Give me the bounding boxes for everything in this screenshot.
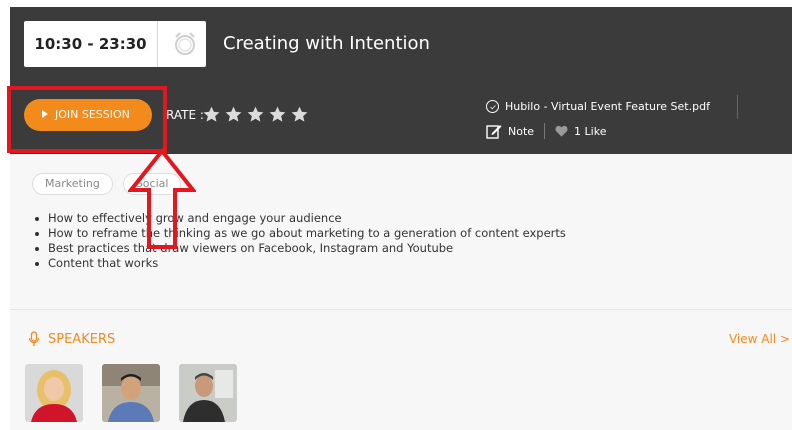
play-icon [42,110,48,118]
resource-download-link[interactable]: Hubilo - Virtual Event Feature Set.pdf [486,96,710,116]
note-like-divider [544,123,546,139]
session-header: 10:30 - 23:30 Creating with Intention JO… [10,7,792,154]
session-description-list: How to effectively grow and engage your … [30,211,566,271]
star-icon[interactable] [202,105,221,124]
list-item: Content that works [30,256,566,271]
like-count[interactable]: 1 Like [574,125,606,138]
speaker-avatar[interactable] [179,364,237,422]
heart-icon[interactable] [555,125,568,137]
rate-label: RATE : [166,108,204,122]
list-item: How to effectively grow and engage your … [30,211,566,226]
star-icon[interactable] [224,105,243,124]
time-divider [157,21,158,67]
note-button[interactable]: Note [508,125,534,138]
star-icon[interactable] [246,105,265,124]
tag-social[interactable]: Social [122,173,182,195]
speakers-heading: SPEAKERS [28,329,115,349]
rating-stars[interactable] [202,102,309,128]
session-title: Creating with Intention [223,33,430,54]
resource-file-name: Hubilo - Virtual Event Feature Set.pdf [505,99,710,113]
session-time: 10:30 - 23:30 [34,35,147,53]
resource-divider [737,95,738,119]
microphone-icon [28,331,40,346]
alarm-clock-icon[interactable] [171,30,199,58]
join-session-button[interactable]: JOIN SESSION [24,99,152,131]
tag-list: Marketing Social [32,173,182,195]
note-like-row: Note 1 Like [486,120,606,142]
list-item: Best practices that draw viewers on Face… [30,241,566,256]
speaker-avatar[interactable] [25,364,83,422]
download-icon [486,99,499,113]
join-session-label: JOIN SESSION [55,108,130,121]
star-icon[interactable] [290,105,309,124]
section-divider [10,309,792,310]
star-icon[interactable] [268,105,287,124]
edit-note-icon[interactable] [486,123,502,139]
list-item: How to reframe the thinking as we go abo… [30,226,566,241]
time-box: 10:30 - 23:30 [24,21,206,67]
speakers-title: SPEAKERS [48,331,116,347]
session-card: 10:30 - 23:30 Creating with Intention JO… [10,7,792,430]
speaker-avatar[interactable] [102,364,160,422]
speaker-avatars [25,364,237,422]
view-all-speakers-link[interactable]: View All > [729,329,790,349]
tag-marketing[interactable]: Marketing [32,173,113,195]
